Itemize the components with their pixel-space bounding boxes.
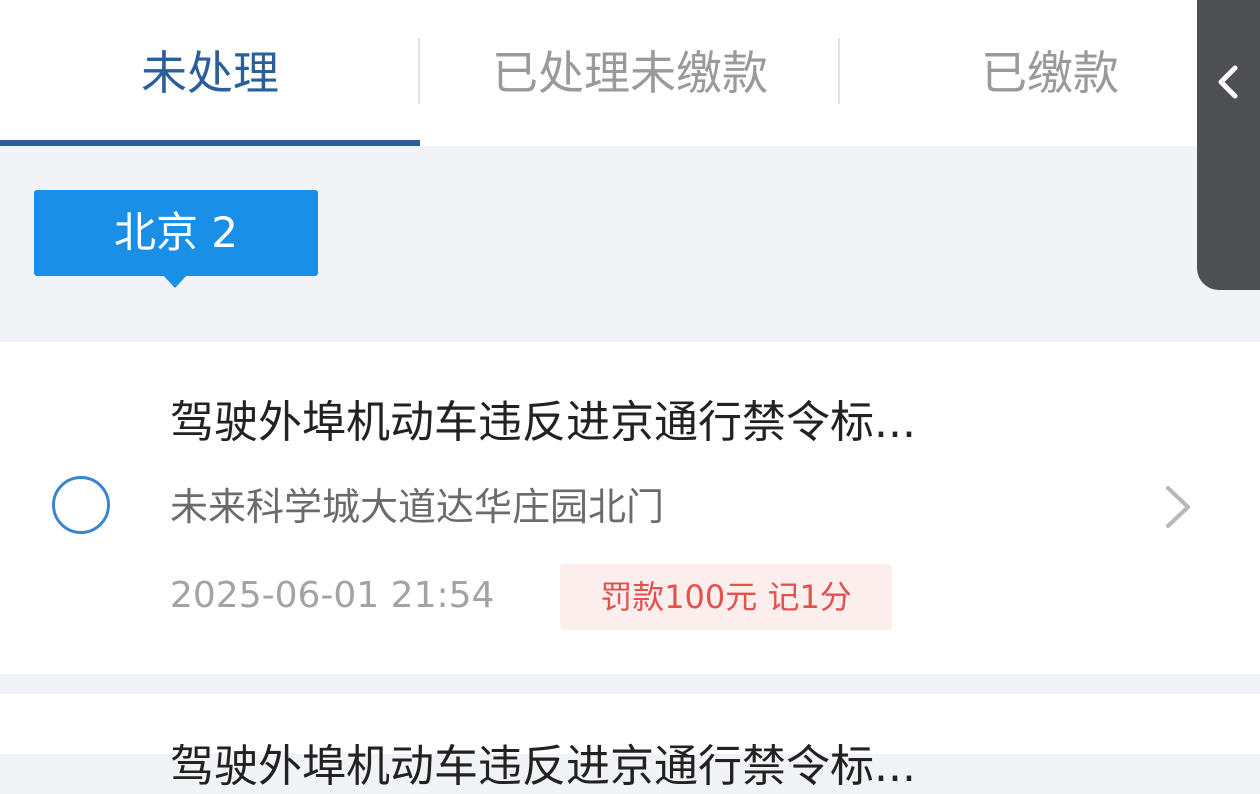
violation-card[interactable]: 驾驶外埠机动车违反进京通行禁令标...	[0, 694, 1260, 792]
violation-location: 未来科学城大道达华庄园北门	[170, 485, 665, 529]
active-tab-indicator	[0, 140, 420, 146]
tab-paid[interactable]: 已缴款	[860, 38, 1240, 108]
radio-circle-icon[interactable]	[52, 476, 110, 534]
badge-pointer	[162, 274, 188, 288]
side-collapse-handle[interactable]	[1197, 0, 1260, 290]
tab-unprocessed[interactable]: 未处理	[0, 38, 420, 108]
violation-card[interactable]: 驾驶外埠机动车违反进京通行禁令标... 未来科学城大道达华庄园北门 2025-0…	[0, 342, 1260, 674]
violation-title: 驾驶外埠机动车违反进京通行禁令标...	[170, 741, 916, 792]
tab-processed-unpaid[interactable]: 已处理未缴款	[420, 38, 840, 108]
tab-bar: 未处理 已处理未缴款 已缴款	[0, 0, 1260, 146]
penalty-tag: 罚款100元 记1分	[560, 564, 892, 630]
chevron-left-icon	[1218, 65, 1238, 99]
city-badge[interactable]: 北京 2	[34, 190, 318, 276]
chevron-right-icon[interactable]	[1160, 482, 1194, 532]
violation-datetime: 2025-06-01 21:54	[170, 575, 495, 616]
violation-title: 驾驶外埠机动车违反进京通行禁令标...	[170, 397, 916, 448]
tab-divider	[838, 38, 840, 104]
